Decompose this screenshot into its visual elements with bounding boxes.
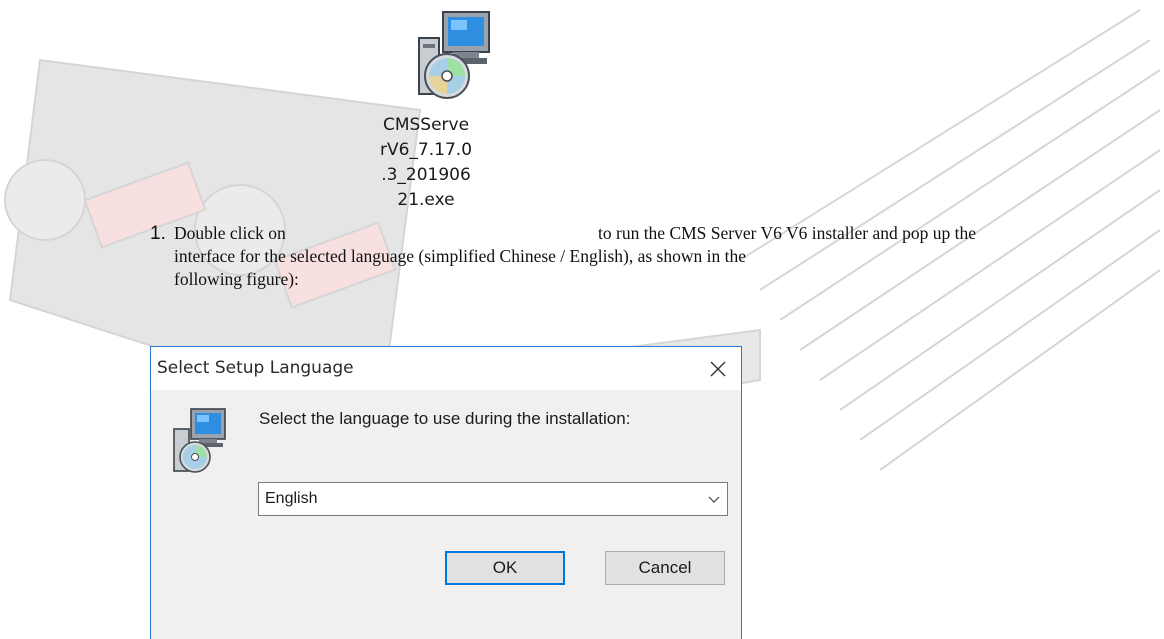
language-select-value: English <box>265 490 318 507</box>
instruction-line-1-end: to run the CMS Server V6 V6 installer an… <box>598 223 976 243</box>
close-button[interactable] <box>695 347 741 390</box>
chevron-down-icon <box>708 496 720 503</box>
dialog-title: Select Setup Language <box>157 358 354 378</box>
close-icon <box>710 361 726 376</box>
language-select[interactable]: English <box>258 482 728 516</box>
dialog-titlebar[interactable]: Select Setup Language <box>151 347 741 390</box>
cancel-button[interactable]: Cancel <box>605 551 725 585</box>
desktop-icon-filename: CMSServe rV6_7.17.0 .3_201906 21.exe <box>380 115 473 210</box>
instruction-line-3: following figure): <box>174 269 299 289</box>
ok-button[interactable]: OK <box>445 551 565 585</box>
installer-setup-icon <box>173 408 226 473</box>
language-prompt: Select the language to use during the in… <box>259 409 631 428</box>
select-language-dialog: Select Setup Language Select the languag… <box>150 346 742 639</box>
instruction-line-2: interface for the selected language (sim… <box>174 246 746 266</box>
desktop-installer-icon[interactable]: CMSServe rV6_7.17.0 .3_201906 21.exe <box>380 8 490 210</box>
installer-cd-icon <box>418 11 490 99</box>
instruction-line-1-start: Double click on <box>174 223 286 243</box>
step-number: 1. <box>150 223 166 244</box>
